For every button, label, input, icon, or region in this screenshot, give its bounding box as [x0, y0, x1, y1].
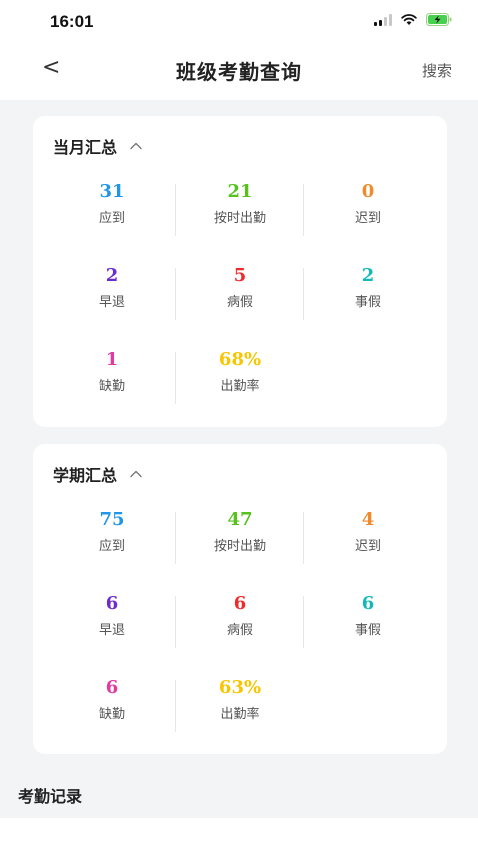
- monthly-stats-grid: 31 应到 21 按时出勤 0 迟到 2 早退 5 病假 2 事假 1 缺勤 6…: [48, 180, 432, 432]
- stat-label: 应到: [98, 539, 125, 554]
- search-button[interactable]: 搜索: [422, 60, 452, 81]
- semester-summary-header[interactable]: 学期汇总: [53, 462, 143, 486]
- stat-value: 4: [361, 509, 375, 530]
- stat-label: 应到: [98, 211, 125, 226]
- stat-sick-leave: 6 病假: [176, 592, 304, 676]
- stat-value: 31: [99, 181, 125, 202]
- monthly-summary-card: 当月汇总 31 应到 21 按时出勤 0 迟到 2 早退 5 病假 2 事假 1…: [33, 116, 447, 427]
- semester-summary-title: 学期汇总: [53, 466, 118, 485]
- stat-value: 6: [105, 677, 119, 698]
- chevron-up-icon[interactable]: [129, 467, 143, 481]
- wifi-icon: [401, 13, 417, 25]
- stat-personal-leave: 6 事假: [304, 592, 432, 676]
- stat-sick-leave: 5 病假: [176, 264, 304, 348]
- stat-late: 4 迟到: [304, 508, 432, 592]
- stat-label: 病假: [226, 623, 253, 638]
- stat-absent: 1 缺勤: [48, 348, 176, 432]
- stat-value: 6: [105, 593, 119, 614]
- semester-stats-grid: 75 应到 47 按时出勤 4 迟到 6 早退 6 病假 6 事假 6 缺勤 6…: [48, 508, 432, 760]
- stat-late: 0 迟到: [304, 180, 432, 264]
- stat-value: 1: [105, 349, 119, 370]
- stat-expected: 75 应到: [48, 508, 176, 592]
- stat-personal-leave: 2 事假: [304, 264, 432, 348]
- stat-label: 出勤率: [220, 379, 260, 394]
- stat-label: 早退: [98, 295, 125, 310]
- stat-expected: 31 应到: [48, 180, 176, 264]
- stat-value: 2: [361, 265, 375, 286]
- stat-value: 63%: [218, 677, 262, 698]
- stat-on-time: 21 按时出勤: [176, 180, 304, 264]
- stat-value: 6: [361, 593, 375, 614]
- stat-value: 5: [233, 265, 247, 286]
- stat-label: 按时出勤: [213, 539, 266, 554]
- records-list-area: [0, 818, 478, 850]
- stat-label: 迟到: [354, 211, 381, 226]
- stat-label: 缺勤: [98, 707, 125, 722]
- stat-value: 0: [361, 181, 375, 202]
- attendance-records-title: 考勤记录: [18, 787, 83, 806]
- stat-label: 病假: [226, 295, 253, 310]
- stat-value: 47: [227, 509, 253, 530]
- stat-value: 68%: [218, 349, 262, 370]
- header: 16:01 < 班级考勤查询 搜索: [0, 0, 478, 100]
- stat-early-leave: 2 早退: [48, 264, 176, 348]
- stat-label: 事假: [354, 295, 381, 310]
- stat-on-time: 47 按时出勤: [176, 508, 304, 592]
- stat-early-leave: 6 早退: [48, 592, 176, 676]
- battery-charging-icon: [426, 13, 452, 26]
- stat-value: 6: [233, 593, 247, 614]
- stat-label: 迟到: [354, 539, 381, 554]
- monthly-summary-title: 当月汇总: [53, 138, 118, 157]
- semester-summary-card: 学期汇总 75 应到 47 按时出勤 4 迟到 6 早退 6 病假 6 事假 6…: [33, 444, 447, 754]
- signal-icon: [374, 13, 392, 26]
- page-title: 班级考勤查询: [176, 60, 302, 84]
- stat-absent: 6 缺勤: [48, 676, 176, 760]
- stat-attendance-rate: 68% 出勤率: [176, 348, 304, 432]
- stat-label: 缺勤: [98, 379, 125, 394]
- stat-label: 出勤率: [220, 707, 260, 722]
- status-time: 16:01: [50, 12, 94, 31]
- monthly-summary-header[interactable]: 当月汇总: [53, 134, 143, 158]
- stat-value: 2: [105, 265, 119, 286]
- stat-label: 按时出勤: [213, 211, 266, 226]
- chevron-up-icon[interactable]: [129, 139, 143, 153]
- stat-value: 75: [99, 509, 125, 530]
- stat-label: 早退: [98, 623, 125, 638]
- content-area: 当月汇总 31 应到 21 按时出勤 0 迟到 2 早退 5 病假 2 事假 1…: [0, 100, 478, 818]
- stat-label: 事假: [354, 623, 381, 638]
- stat-attendance-rate: 63% 出勤率: [176, 676, 304, 760]
- status-icons: [374, 13, 452, 26]
- stat-value: 21: [227, 181, 253, 202]
